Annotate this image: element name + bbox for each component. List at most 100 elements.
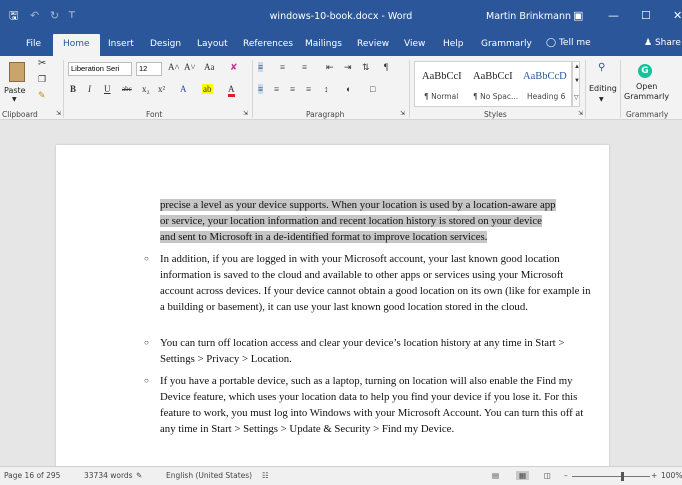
grow-font-icon[interactable]: A˄: [168, 62, 180, 72]
increase-indent-icon[interactable]: ⇥: [344, 62, 352, 73]
open-grammarly-line2[interactable]: Grammarly: [624, 92, 669, 101]
bullet-item-turn-off-location[interactable]: ○ You can turn off location access and c…: [144, 335, 592, 367]
sort-icon[interactable]: ⇅: [362, 62, 370, 73]
share-label: Share: [654, 38, 681, 48]
word-count[interactable]: 33734 words: [84, 471, 133, 480]
shading-icon[interactable]: ◐: [346, 84, 351, 94]
numbering-icon[interactable]: ≡: [280, 62, 285, 72]
vertical-scrollbar[interactable]: [672, 121, 682, 466]
editing-button[interactable]: ⚲ Editing ▼: [588, 60, 618, 108]
editing-label: Editing: [589, 84, 617, 93]
styles-scroll[interactable]: ▲ ▼ ▽: [572, 61, 580, 107]
document-page[interactable]: precise a level as your device supports.…: [56, 145, 609, 466]
selected-line-1: precise a level as your device supports.…: [160, 199, 556, 211]
tab-grammarly[interactable]: Grammarly: [479, 34, 534, 56]
share-button[interactable]: ♟ Share: [644, 38, 681, 48]
tell-me-search[interactable]: ◯ Tell me: [546, 38, 591, 48]
tab-references[interactable]: References: [241, 34, 295, 56]
minimize-icon[interactable]: —: [608, 9, 619, 22]
page-count[interactable]: Page 16 of 295: [4, 471, 60, 480]
justify-icon[interactable]: ≡: [306, 84, 311, 94]
clipboard-icon: [9, 62, 25, 82]
more-styles-icon[interactable]: ▽: [574, 94, 579, 101]
text-effects-icon[interactable]: A: [180, 84, 187, 94]
copy-icon[interactable]: ❐: [38, 74, 46, 85]
format-painter-icon[interactable]: ✎: [38, 90, 46, 101]
title-bar: 🖫 ↶ ↻ ⊤ windows-10-book.docx - Word Mart…: [0, 0, 682, 34]
paste-dropdown-icon: ▼: [12, 96, 17, 103]
print-layout-icon[interactable]: ▦: [516, 471, 530, 480]
bullet-item-cloud-location[interactable]: ○ In addition, if you are logged in with…: [144, 251, 592, 315]
line-spacing-icon[interactable]: ↕: [324, 84, 329, 94]
zoom-slider[interactable]: [572, 476, 650, 477]
styles-launcher-icon[interactable]: ⇲: [578, 110, 583, 117]
highlight-icon[interactable]: ab: [202, 84, 213, 94]
show-formatting-icon[interactable]: ¶: [384, 62, 388, 72]
tab-insert[interactable]: Insert: [106, 34, 136, 56]
selected-paragraph[interactable]: precise a level as your device supports.…: [160, 197, 590, 245]
shrink-font-icon[interactable]: A˅: [184, 62, 196, 72]
align-left-icon[interactable]: ≡: [258, 84, 264, 94]
strikethrough-icon[interactable]: abc: [122, 85, 132, 93]
maximize-icon[interactable]: ☐: [641, 9, 651, 22]
font-launcher-icon[interactable]: ⇲: [243, 110, 248, 117]
open-grammarly-line1[interactable]: Open: [636, 82, 657, 91]
clear-formatting-icon[interactable]: ✘: [230, 62, 238, 73]
styles-group-label: Styles: [484, 110, 507, 119]
align-right-icon[interactable]: ≡: [290, 84, 295, 94]
user-name[interactable]: Martin Brinkmann: [486, 11, 571, 22]
bullet-item-find-my-device[interactable]: ○ If you have a portable device, such as…: [144, 373, 592, 437]
language-indicator[interactable]: English (United States): [166, 471, 252, 480]
cut-icon[interactable]: ✂: [38, 58, 46, 69]
proofing-icon[interactable]: ✎: [136, 471, 142, 480]
tab-layout[interactable]: Layout: [195, 34, 230, 56]
tab-view[interactable]: View: [402, 34, 427, 56]
align-center-icon[interactable]: ≡: [274, 84, 279, 94]
bold-icon[interactable]: B: [70, 84, 76, 94]
italic-icon[interactable]: I: [88, 84, 91, 94]
style-no-spacing-name[interactable]: ¶ No Spac...: [473, 92, 518, 101]
tab-mailings[interactable]: Mailings: [303, 34, 344, 56]
zoom-in-icon[interactable]: +: [651, 471, 657, 480]
style-heading6-name[interactable]: Heading 6: [527, 92, 565, 101]
web-layout-icon[interactable]: ◫: [544, 471, 551, 480]
change-case-icon[interactable]: Aa: [204, 62, 215, 72]
grammarly-group-label: Grammarly: [626, 110, 669, 119]
superscript-icon[interactable]: x²: [158, 84, 165, 94]
bullet-text: You can turn off location access and cle…: [160, 337, 565, 365]
tab-design[interactable]: Design: [148, 34, 183, 56]
scroll-down-icon[interactable]: ▼: [574, 78, 580, 84]
read-mode-icon[interactable]: ▤: [492, 471, 499, 480]
tab-help[interactable]: Help: [441, 34, 466, 56]
bullet-text: In addition, if you are logged in with y…: [160, 253, 591, 313]
zoom-slider-thumb[interactable]: [621, 472, 624, 481]
bullets-icon[interactable]: ≡: [258, 62, 264, 72]
style-normal-name[interactable]: ¶ Normal: [424, 92, 458, 101]
font-group-label: Font: [146, 110, 163, 119]
tab-home[interactable]: Home: [53, 34, 100, 56]
style-no-spacing-sample[interactable]: AaBbCcI: [473, 71, 513, 82]
grammarly-icon[interactable]: G: [638, 64, 652, 78]
borders-icon[interactable]: □: [370, 84, 375, 94]
accessibility-icon[interactable]: ☷: [262, 471, 269, 480]
zoom-out-icon[interactable]: –: [564, 471, 568, 480]
font-size-value: 12: [139, 64, 148, 73]
zoom-level[interactable]: 100%: [661, 471, 682, 480]
scroll-up-icon[interactable]: ▲: [574, 64, 580, 70]
font-color-icon[interactable]: A: [228, 84, 235, 97]
decrease-indent-icon[interactable]: ⇤: [326, 62, 334, 73]
style-heading6-sample[interactable]: AaBbCcD: [523, 71, 567, 82]
style-normal-sample[interactable]: AaBbCcI: [422, 71, 462, 82]
paragraph-launcher-icon[interactable]: ⇲: [400, 110, 405, 117]
tab-review[interactable]: Review: [355, 34, 391, 56]
font-size-box[interactable]: 12: [136, 62, 162, 76]
underline-icon[interactable]: U: [104, 84, 111, 94]
paste-button[interactable]: Paste ▼: [4, 60, 30, 104]
close-icon[interactable]: ✕: [673, 9, 682, 22]
subscript-icon[interactable]: x₂: [142, 84, 150, 94]
clipboard-launcher-icon[interactable]: ⇲: [56, 110, 61, 117]
ribbon-display-options-icon[interactable]: ▣: [573, 9, 583, 22]
tab-file[interactable]: File: [24, 34, 43, 56]
font-name-box[interactable]: Liberation Seri: [68, 62, 132, 76]
multilevel-list-icon[interactable]: ≡: [302, 62, 307, 72]
